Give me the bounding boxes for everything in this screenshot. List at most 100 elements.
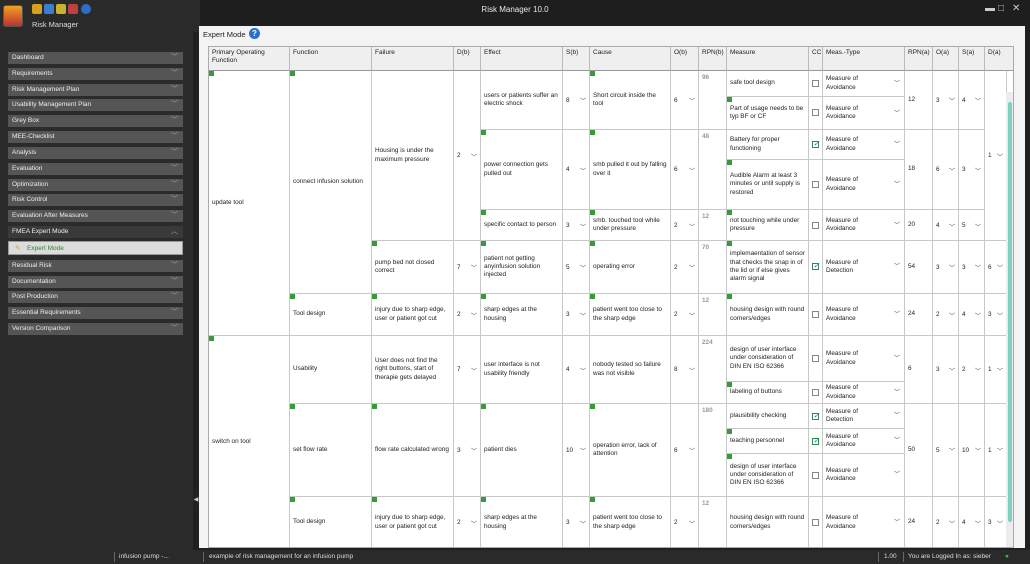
measure-cell[interactable]: housing design with round corners/edges: [727, 497, 809, 547]
cause-cell[interactable]: smb. touched tool while under pressure: [590, 210, 671, 241]
measure-cell[interactable]: safe tool design: [727, 71, 809, 97]
measure-cell[interactable]: plausibility checking: [727, 404, 809, 429]
pof-cell[interactable]: update tool: [209, 71, 290, 336]
failure-cell[interactable]: User does not find the right buttons, st…: [372, 336, 454, 404]
meastype-select[interactable]: Measure of Avoidance ﹀: [823, 71, 905, 97]
col-header-effect[interactable]: Effect: [481, 47, 563, 71]
db-select[interactable]: 2 ﹀: [454, 497, 481, 547]
cc-checkbox[interactable]: [812, 222, 819, 229]
maximize-button[interactable]: □: [998, 3, 1004, 14]
sb-select[interactable]: 3 ﹀: [563, 210, 590, 241]
meastype-select[interactable]: Measure of Detection ﹀: [823, 241, 905, 294]
minimize-button[interactable]: ▬: [985, 3, 995, 14]
failure-cell[interactable]: injury due to sharp edge, user or patien…: [372, 497, 454, 547]
ob-select[interactable]: 6 ﹀: [671, 71, 699, 130]
nav-evaluation-after-measures[interactable]: Evaluation After Measures ﹀: [8, 210, 183, 222]
app-logo-icon[interactable]: [3, 5, 23, 27]
sb-select[interactable]: 8 ﹀: [563, 71, 590, 130]
col-header-sa[interactable]: S(a): [959, 47, 985, 71]
nav-fmea-expert-mode[interactable]: FMEA Expert Mode ︿: [8, 226, 183, 238]
db-select[interactable]: 2 ﹀: [454, 294, 481, 336]
sa-select[interactable]: 2 ﹀: [959, 336, 985, 404]
sb-select[interactable]: 3 ﹀: [563, 497, 590, 547]
nav-documentation[interactable]: Documentation ﹀: [8, 276, 183, 288]
col-header-db[interactable]: D(b): [454, 47, 481, 71]
save-icon[interactable]: [44, 4, 54, 14]
col-header-rpna[interactable]: RPN(a): [905, 47, 933, 71]
sb-select[interactable]: 4 ﹀: [563, 336, 590, 404]
nav-essential-requirements[interactable]: Essential Requirements ﹀: [8, 307, 183, 319]
failure-cell[interactable]: pump bed not closed correct: [372, 241, 454, 294]
col-header-meastype[interactable]: Meas.-Type: [823, 47, 905, 71]
db-select[interactable]: 7 ﹀: [454, 241, 481, 294]
sb-select[interactable]: 10 ﹀: [563, 404, 590, 497]
failure-cell[interactable]: flow rate calculated wrong: [372, 404, 454, 497]
cc-checkbox[interactable]: [812, 389, 819, 396]
meastype-select[interactable]: Measure of Detection ﹀: [823, 404, 905, 429]
sa-select[interactable]: 10 ﹀: [959, 404, 985, 497]
da-select[interactable]: 3 ﹀: [985, 294, 1007, 336]
measure-cell[interactable]: design of user interface under considera…: [727, 454, 809, 497]
failure-cell[interactable]: Housing is under the maximum pressure: [372, 71, 454, 241]
cc-checkbox[interactable]: [812, 411, 820, 420]
open-icon[interactable]: [32, 4, 42, 14]
cause-cell[interactable]: operation error, lack of attention: [590, 404, 671, 497]
ob-select[interactable]: 6 ﹀: [671, 404, 699, 497]
nav-analysis[interactable]: Analysis ﹀: [8, 147, 183, 159]
nav-optimization[interactable]: Optimization ﹀: [8, 179, 183, 191]
close-button[interactable]: ✕: [1012, 3, 1020, 14]
cc-checkbox[interactable]: [812, 311, 819, 318]
col-header-function[interactable]: Function: [290, 47, 372, 71]
meastype-select[interactable]: Measure of Avoidance ﹀: [823, 294, 905, 336]
sa-select[interactable]: 5 ﹀: [959, 210, 985, 241]
meastype-select[interactable]: Measure of Avoidance ﹀: [823, 454, 905, 497]
cause-cell[interactable]: smb pulled it out by falling over it: [590, 130, 671, 210]
nav-usability-management-plan[interactable]: Usability Management Plan ﹀: [8, 99, 183, 111]
measure-cell[interactable]: Battery for proper functioning: [727, 130, 809, 160]
cc-checkbox[interactable]: [812, 181, 819, 188]
col-header-failure[interactable]: Failure: [372, 47, 454, 71]
measure-cell[interactable]: Part of usage needs to be typ BF or CF: [727, 97, 809, 130]
cc-checkbox[interactable]: [812, 261, 820, 270]
col-header-cc[interactable]: CC: [809, 47, 823, 71]
function-cell[interactable]: Tool design: [290, 294, 372, 336]
scrollbar-thumb[interactable]: [1008, 102, 1012, 522]
ob-select[interactable]: 2 ﹀: [671, 210, 699, 241]
ob-select[interactable]: 2 ﹀: [671, 241, 699, 294]
col-header-ob[interactable]: O(b): [671, 47, 699, 71]
effect-cell[interactable]: patient not getting anyinfusion solution…: [481, 241, 563, 294]
measure-cell[interactable]: teaching personnel: [727, 429, 809, 454]
nav-residual-risk[interactable]: Residual Risk ﹀: [8, 260, 183, 272]
help-icon[interactable]: [81, 4, 91, 14]
sb-select[interactable]: 4 ﹀: [563, 130, 590, 210]
nav-dashboard[interactable]: Dashboard ﹀: [8, 52, 183, 64]
col-header-sb[interactable]: S(b): [563, 47, 590, 71]
measure-cell[interactable]: implemaentation of sensor that checks th…: [727, 241, 809, 294]
measure-cell[interactable]: not touching while under pressure: [727, 210, 809, 241]
oa-select[interactable]: 3 ﹀: [933, 241, 959, 294]
oa-select[interactable]: 6 ﹀: [933, 130, 959, 210]
sa-select[interactable]: 4 ﹀: [959, 294, 985, 336]
effect-cell[interactable]: user interface is not usability friendly: [481, 336, 563, 404]
oa-select[interactable]: 5 ﹀: [933, 404, 959, 497]
vertical-scrollbar[interactable]: [1006, 92, 1013, 547]
meastype-select[interactable]: Measure of Avoidance ﹀: [823, 160, 905, 210]
sb-select[interactable]: 5 ﹀: [563, 241, 590, 294]
nav-evaluation[interactable]: Evaluation ﹀: [8, 163, 183, 175]
cc-checkbox[interactable]: [812, 472, 819, 479]
meastype-select[interactable]: Measure of Avoidance ﹀: [823, 210, 905, 241]
cc-checkbox[interactable]: [812, 436, 820, 445]
function-cell[interactable]: Usability: [290, 336, 372, 404]
effect-cell[interactable]: sharp edges at the housing: [481, 497, 563, 547]
effect-cell[interactable]: patient dies: [481, 404, 563, 497]
function-cell[interactable]: connect infusion solution: [290, 71, 372, 294]
edit-icon[interactable]: [56, 4, 66, 14]
cc-checkbox[interactable]: [812, 519, 819, 526]
nav-mee-checklist[interactable]: MEE-Checklist ﹀: [8, 131, 183, 143]
col-header-oa[interactable]: O(a): [933, 47, 959, 71]
cause-cell[interactable]: patient went too close to the sharp edge: [590, 497, 671, 547]
measure-cell[interactable]: design of user interface under considera…: [727, 336, 809, 382]
effect-cell[interactable]: power connection gets pulled out: [481, 130, 563, 210]
oa-select[interactable]: 4 ﹀: [933, 210, 959, 241]
da-select[interactable]: 1 ﹀: [985, 71, 1007, 241]
